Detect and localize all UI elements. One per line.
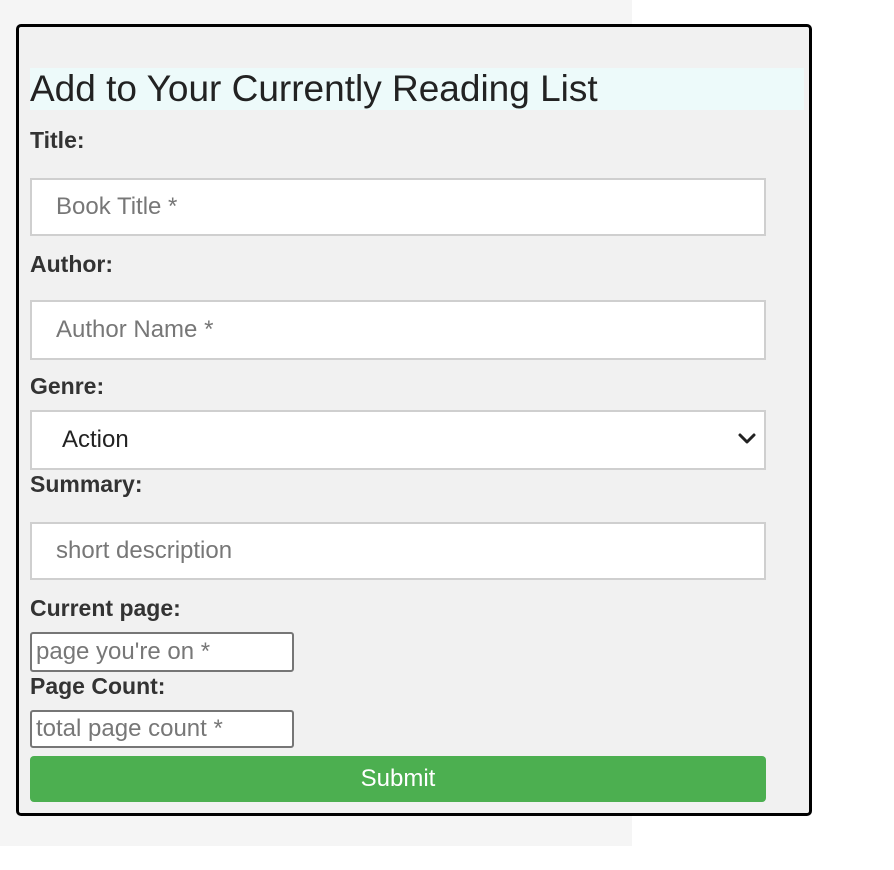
current-page-input[interactable]: [30, 632, 294, 672]
page-count-label: Page Count:: [30, 673, 166, 699]
genre-selected-value: Action: [62, 426, 129, 453]
genre-select[interactable]: Action: [30, 410, 766, 470]
summary-input[interactable]: [30, 522, 766, 580]
author-name-input[interactable]: [30, 300, 766, 360]
book-title-input[interactable]: [30, 178, 766, 236]
genre-label: Genre:: [30, 373, 105, 399]
title-label: Title:: [30, 127, 85, 153]
author-label: Author:: [30, 251, 114, 277]
page-count-input[interactable]: [30, 710, 294, 748]
chevron-down-icon: [738, 433, 756, 444]
form-title: Add to Your Currently Reading List: [30, 68, 804, 110]
reading-list-form: Add to Your Currently Reading List Title…: [16, 24, 812, 816]
submit-button[interactable]: Submit: [30, 756, 766, 802]
summary-label: Summary:: [30, 471, 143, 497]
current-page-label: Current page:: [30, 595, 181, 621]
